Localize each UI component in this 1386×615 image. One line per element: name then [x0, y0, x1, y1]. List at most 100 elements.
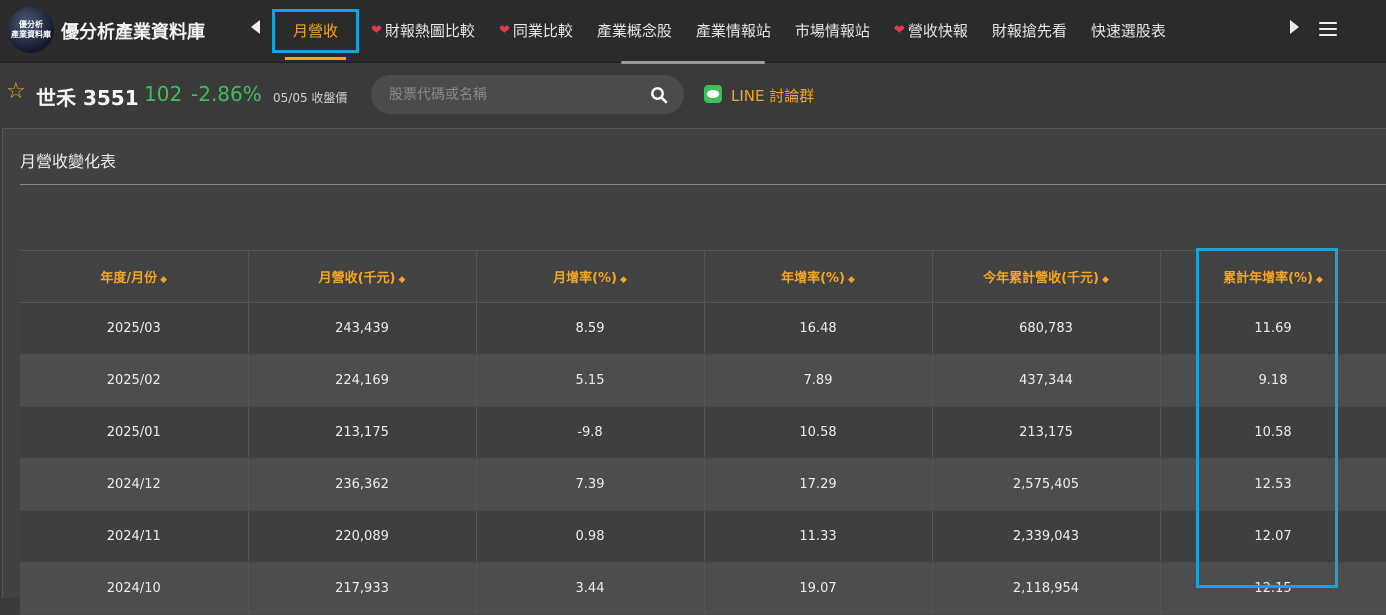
table-cell: 11.69	[1160, 302, 1386, 355]
price-date-label: 05/05 收盤價	[273, 91, 348, 105]
column-header-4[interactable]: 今年累計營收(千元) ◆	[932, 250, 1161, 303]
nav-item-label: 月營收	[293, 22, 339, 40]
nav-item-8[interactable]: 快速選股表	[1079, 11, 1178, 51]
sort-icon[interactable]: ◆	[160, 275, 167, 285]
stock-change: -2.86%	[191, 82, 262, 106]
table-cell: 17.29	[704, 458, 933, 511]
nav-item-label: 營收快報	[907, 22, 968, 40]
search-icon[interactable]	[650, 86, 668, 104]
top-nav-bar: 優分析 產業資料庫 優分析產業資料庫 月營收 ❤ 財報熱圖比較 ❤ 同業比較 產業概念股產…	[0, 0, 1386, 63]
table-row: 2024/10 217,933 3.44 19.07 2,118,954 12.15	[20, 562, 1386, 615]
heart-icon: ❤	[371, 23, 382, 38]
table-cell: 224,169	[248, 354, 477, 407]
table-cell: 2024/10	[20, 562, 249, 615]
table-cell: 2024/11	[20, 510, 249, 563]
line-icon[interactable]	[704, 85, 722, 103]
favorite-star-icon[interactable]: ☆	[6, 81, 26, 103]
table-row: 2025/03 243,439 8.59 16.48 680,783 11.69	[20, 302, 1386, 355]
table-cell: 213,175	[248, 406, 477, 459]
nav-item-label: 財報搶先看	[991, 22, 1067, 40]
panel-divider	[20, 184, 1386, 185]
heart-icon: ❤	[893, 23, 905, 38]
line-group-link[interactable]: LINE 討論群	[731, 85, 814, 106]
nav-item-4[interactable]: 產業情報站	[684, 11, 783, 51]
table-cell: 9.18	[1160, 354, 1386, 407]
table-cell: 2025/02	[20, 354, 249, 407]
table-cell: 2025/01	[20, 406, 249, 459]
monthly-revenue-table-wrap: 年度/月份 ◆ 月營收(千元) ◆ 月增率(%) ◆ 年增率(%) ◆ 今年累計營收(千元) ◆ 累…	[20, 250, 1386, 615]
nav-scrollbar[interactable]	[621, 61, 765, 64]
table-cell: 7.89	[704, 354, 933, 407]
stock-name-code: 世禾 3551	[36, 86, 139, 110]
table-cell: 0.98	[476, 510, 705, 563]
nav-item-7[interactable]: 財報搶先看	[980, 11, 1079, 51]
nav-item-label: 產業情報站	[695, 22, 771, 40]
table-cell: 2,575,405	[932, 458, 1161, 511]
nav-item-label: 同業比較	[512, 22, 573, 40]
sort-icon[interactable]: ◆	[620, 275, 627, 285]
column-header-2[interactable]: 月增率(%) ◆	[476, 250, 705, 303]
nav-item-5[interactable]: 市場情報站	[783, 11, 882, 51]
heart-icon: ❤	[498, 23, 510, 38]
table-row: 2025/01 213,175 -9.8 10.58 213,175 10.58	[20, 406, 1386, 459]
table-cell: 2,339,043	[932, 510, 1161, 563]
table-cell: 217,933	[248, 562, 477, 615]
table-row: 2024/12 236,362 7.39 17.29 2,575,405 12.53	[20, 458, 1386, 511]
table-cell: 8.59	[476, 302, 705, 355]
nav-item-3[interactable]: 產業概念股	[585, 11, 684, 51]
column-header-3[interactable]: 年增率(%) ◆	[704, 250, 933, 303]
nav-item-6[interactable]: ❤ 營收快報	[882, 11, 980, 51]
stock-search-input[interactable]	[371, 75, 684, 114]
table-cell: 243,439	[248, 302, 477, 355]
nav-item-1[interactable]: ❤ 財報熱圖比較	[359, 11, 487, 51]
nav-scroll-right-icon[interactable]	[1290, 20, 1299, 34]
logo-line-2: 產業資料庫	[11, 30, 51, 39]
table-cell: 12.53	[1160, 458, 1386, 511]
table-cell: 213,175	[932, 406, 1161, 459]
nav-item-label: 產業概念股	[596, 22, 672, 40]
table-cell: 680,783	[932, 302, 1161, 355]
site-logo[interactable]: 優分析 產業資料庫	[8, 7, 54, 53]
sort-icon[interactable]: ◆	[398, 275, 405, 285]
table-cell: 220,089	[248, 510, 477, 563]
stock-price: 102	[144, 82, 183, 106]
column-header-5[interactable]: 累計年增率(%) ◆	[1160, 250, 1386, 303]
table-cell: 236,362	[248, 458, 477, 511]
panel-title: 月營收變化表	[20, 152, 117, 171]
table-cell: 3.44	[476, 562, 705, 615]
table-cell: 10.58	[704, 406, 933, 459]
nav-item-2[interactable]: ❤ 同業比較	[487, 11, 585, 51]
nav-item-label: 財報熱圖比較	[384, 22, 475, 40]
table-cell: 2025/03	[20, 302, 249, 355]
sort-icon[interactable]: ◆	[1316, 275, 1323, 285]
table-cell: 2024/12	[20, 458, 249, 511]
table-cell: 11.33	[704, 510, 933, 563]
column-header-label: 今年累計營收(千元)	[983, 271, 1099, 286]
nav-scroll-left-icon[interactable]	[251, 20, 260, 34]
site-title[interactable]: 優分析產業資料庫	[61, 18, 205, 44]
column-header-0[interactable]: 年度/月份 ◆	[20, 250, 249, 303]
table-row: 2024/11 220,089 0.98 11.33 2,339,043 12.07	[20, 510, 1386, 563]
table-cell: 12.07	[1160, 510, 1386, 563]
nav-item-0[interactable]: 月營收	[272, 9, 360, 60]
sort-icon[interactable]: ◆	[1102, 275, 1109, 285]
table-cell: 7.39	[476, 458, 705, 511]
column-header-label: 月增率(%)	[553, 271, 617, 286]
column-header-1[interactable]: 月營收(千元) ◆	[248, 250, 477, 303]
menu-icon[interactable]	[1319, 22, 1337, 36]
table-cell: -9.8	[476, 406, 705, 459]
main-nav: 月營收 ❤ 財報熱圖比較 ❤ 同業比較 產業概念股 產業情報站 市場情報站 ❤ 營收快報 財報搶先看…	[272, 0, 1270, 62]
column-header-label: 年度/月份	[100, 271, 158, 286]
table-header-row: 年度/月份 ◆ 月營收(千元) ◆ 月增率(%) ◆ 年增率(%) ◆ 今年累計營收(千元) ◆ 累…	[20, 250, 1386, 303]
table-cell: 19.07	[704, 562, 933, 615]
table-cell: 2,118,954	[932, 562, 1161, 615]
sort-icon[interactable]: ◆	[848, 275, 855, 285]
table-cell: 16.48	[704, 302, 933, 355]
column-header-label: 月營收(千元)	[318, 271, 396, 286]
table-cell: 437,344	[932, 354, 1161, 407]
table-cell: 5.15	[476, 354, 705, 407]
monthly-revenue-table: 年度/月份 ◆ 月營收(千元) ◆ 月增率(%) ◆ 年增率(%) ◆ 今年累計營收(千元) ◆ 累…	[20, 250, 1386, 615]
column-header-label: 累計年增率(%)	[1223, 271, 1313, 286]
nav-item-label: 快速選股表	[1090, 22, 1166, 40]
table-cell: 10.58	[1160, 406, 1386, 459]
